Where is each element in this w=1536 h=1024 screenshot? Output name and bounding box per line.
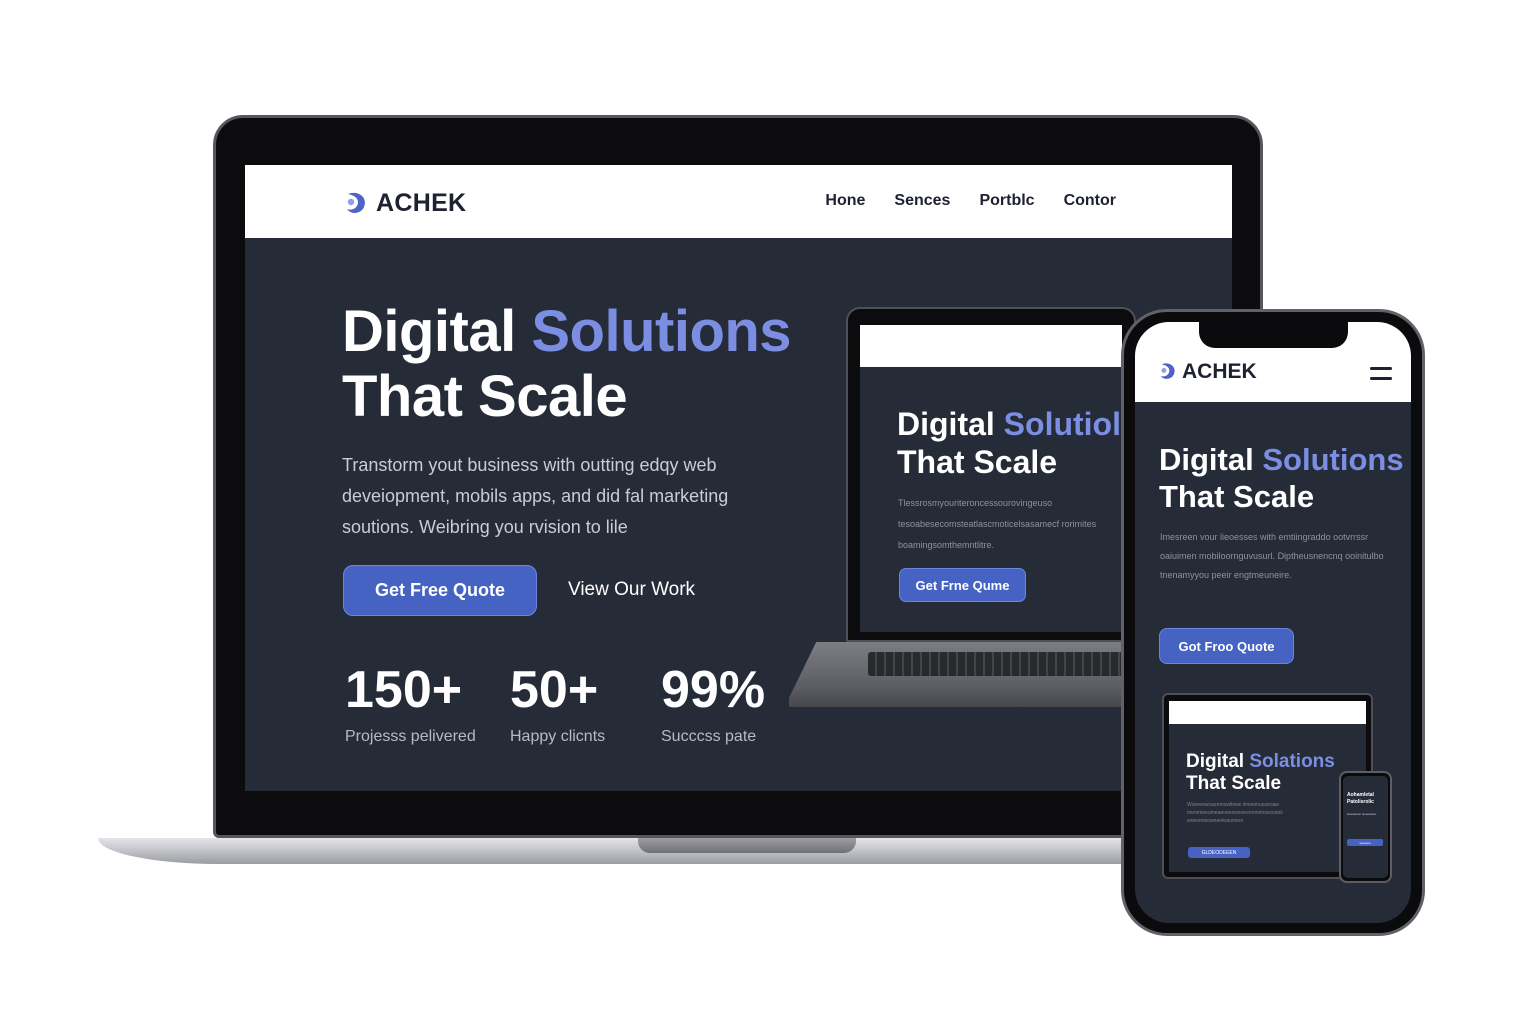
mid-laptop-keyboard [868, 652, 1123, 676]
mini-laptop-screen: Digital Solations That Scale Wisieeewoae… [1169, 701, 1366, 872]
micro-hero-title-line2: Patolisrolic [1347, 799, 1374, 805]
mid-hero-title-line2: That Scale [897, 444, 1058, 480]
phone-hero-title-word: Digital [1159, 442, 1254, 477]
stat-label: Projesss pelivered [345, 728, 476, 745]
hero-title: Digital Solutions That Scale [342, 299, 792, 429]
stat-clients: 50+ Happy clicnts [510, 662, 605, 746]
mid-laptop-screen: Digital Solutiol That Scale Tlessrosmyou… [860, 325, 1122, 632]
mini-hero-title-line2: That Scale [1186, 773, 1282, 794]
phone-site-logo[interactable]: ACHEK [1157, 360, 1257, 384]
nav-link-services[interactable]: Sences [894, 192, 950, 210]
stat-projects: 150+ Projesss pelivered [345, 662, 476, 746]
mini-hero-title: Digital Solations That Scale [1186, 751, 1335, 795]
mini-site-header [1169, 701, 1366, 724]
mid-site-header [860, 325, 1122, 367]
phone-notch [1199, 322, 1348, 348]
laptop-hinge-notch [638, 838, 856, 853]
stat-value: 99% [661, 661, 766, 719]
phone-hero-title: Digital Solutions That Scale [1159, 441, 1404, 515]
stat-success-rate: 99% Succcss pate [661, 662, 765, 746]
micro-phone-screen: Aohamletal Patolisrolic weeswaon weeewae… [1343, 776, 1388, 878]
mini-hero-description: Wisieeewoaeemowliowe iimeemuoseoaw memme… [1187, 802, 1283, 824]
mid-hero-description: Tlessrosmyouriteroncessourovingeuso teso… [898, 498, 1097, 550]
stat-value: 150+ [345, 661, 463, 719]
phone-hero-description: Imesreen vour lieoesses with emtiingradd… [1160, 532, 1384, 580]
mid-hero-title-word: Digital [897, 406, 995, 442]
nav-link-contact[interactable]: Contor [1064, 192, 1116, 210]
hero-title-accent: Solutions [531, 299, 792, 364]
micro-get-quote-button: weeeew [1347, 839, 1383, 846]
site-header: ACHEK Hone Sences Portblc Contor [245, 165, 1232, 238]
stat-label: Succcss pate [661, 728, 757, 745]
get-free-quote-button[interactable]: Get Free Quote [343, 565, 537, 616]
phone-get-quote-button[interactable]: Got Froo Quote [1159, 628, 1294, 664]
brand-name: ACHEK [376, 189, 467, 217]
nav-links: Hone Sences Portblc Contor [825, 192, 1116, 210]
phone-brand-name: ACHEK [1182, 360, 1257, 383]
micro-hero-title: Aohamletal Patolisrolic [1347, 792, 1374, 806]
hero-title-word: Digital [342, 299, 516, 364]
mid-hero-title-accent: Solutiol [1003, 406, 1121, 442]
view-our-work-link[interactable]: View Our Work [568, 579, 695, 601]
nav-link-portfolio[interactable]: Portblc [979, 192, 1034, 210]
hamburger-menu-icon[interactable] [1370, 367, 1392, 381]
nav-link-home[interactable]: Hone [825, 192, 865, 210]
phone-hero-title-line2: That Scale [1159, 479, 1315, 514]
mini-hero-title-word: Digital [1186, 751, 1245, 772]
hero-title-line2: That Scale [342, 364, 628, 429]
stat-value: 50+ [510, 661, 599, 719]
micro-hero-description: weeswaon weeewaeo [1347, 812, 1377, 816]
mid-hero-title: Digital Solutiol That Scale [897, 405, 1121, 481]
swirl-logo-icon [347, 192, 365, 213]
swirl-logo-icon [1160, 363, 1175, 379]
site-logo[interactable]: ACHEK [342, 189, 466, 218]
mini-get-quote-button: GLDEODEEEN [1188, 847, 1250, 858]
stat-label: Happy clicnts [510, 728, 606, 745]
hero-description: Transtorm yout business with outting edq… [342, 455, 729, 537]
mid-get-quote-button[interactable]: Get Frne Qume [899, 568, 1026, 602]
phone-hero-title-accent: Solutions [1262, 442, 1404, 477]
mini-hero-title-accent: Solations [1249, 751, 1335, 772]
micro-hero-title-line1: Aohamletal [1347, 792, 1374, 798]
